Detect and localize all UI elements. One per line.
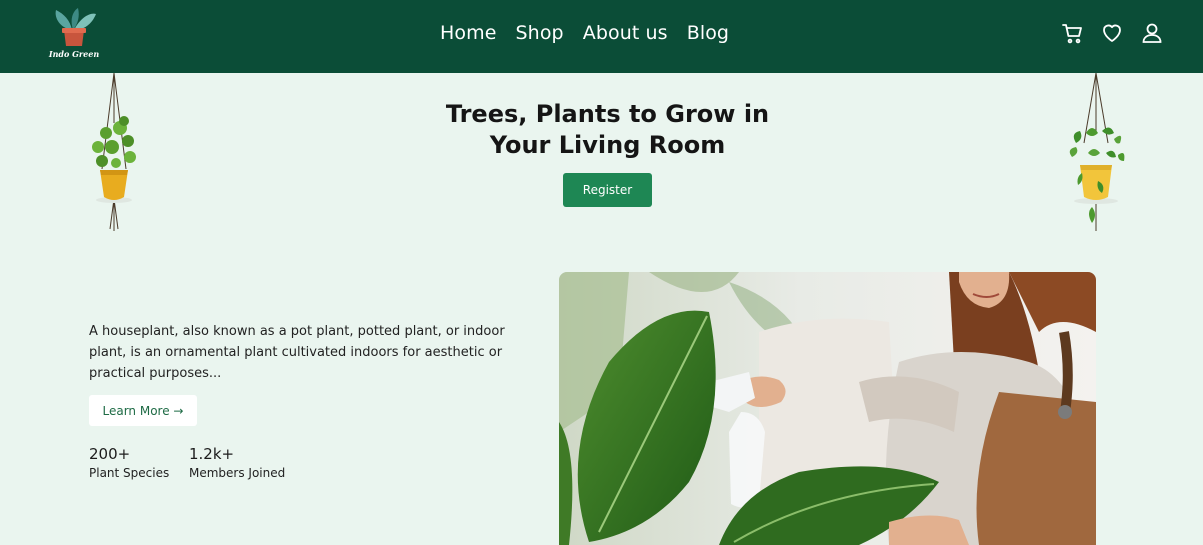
stat-value: 200+ bbox=[89, 445, 131, 463]
nav-blog[interactable]: Blog bbox=[687, 22, 729, 44]
hero-title: Trees, Plants to Grow in Your Living Roo… bbox=[400, 99, 815, 161]
hanging-plant-right-image bbox=[1062, 72, 1128, 239]
hanging-plant-left-image bbox=[84, 72, 144, 239]
stat-members-joined: 1.2k+ Members Joined bbox=[189, 445, 285, 480]
nav-icons bbox=[1060, 21, 1164, 45]
stat-plant-species: 200+ Plant Species bbox=[89, 445, 169, 480]
brand-logo[interactable]: Indo Green bbox=[46, 6, 102, 62]
nav-about-us[interactable]: About us bbox=[583, 22, 668, 44]
intro-description: A houseplant, also known as a pot plant,… bbox=[89, 324, 505, 381]
hero-photo-woman-watering-plant bbox=[559, 272, 1096, 545]
brand-name: Indo Green bbox=[48, 49, 100, 59]
learn-more-button[interactable]: Learn More → bbox=[89, 395, 197, 426]
stat-label: Plant Species bbox=[89, 466, 170, 480]
hero-title-line-1: Trees, Plants to Grow in bbox=[445, 100, 770, 128]
heart-icon[interactable] bbox=[1100, 21, 1124, 45]
user-icon[interactable] bbox=[1140, 21, 1164, 45]
nav-shop[interactable]: Shop bbox=[516, 22, 564, 44]
stat-value: 1.2k+ bbox=[189, 445, 235, 463]
cart-icon[interactable] bbox=[1060, 21, 1084, 45]
stat-label: Members Joined bbox=[189, 466, 286, 480]
register-button[interactable]: Register bbox=[563, 173, 652, 207]
main-nav: Home Shop About us Blog bbox=[440, 22, 729, 44]
navbar: Indo Green Home Shop About us Blog bbox=[0, 0, 1203, 73]
nav-home[interactable]: Home bbox=[440, 22, 497, 44]
hero-title-line-2: Your Living Room bbox=[489, 131, 726, 159]
potted-plant-logo-icon bbox=[55, 8, 96, 46]
